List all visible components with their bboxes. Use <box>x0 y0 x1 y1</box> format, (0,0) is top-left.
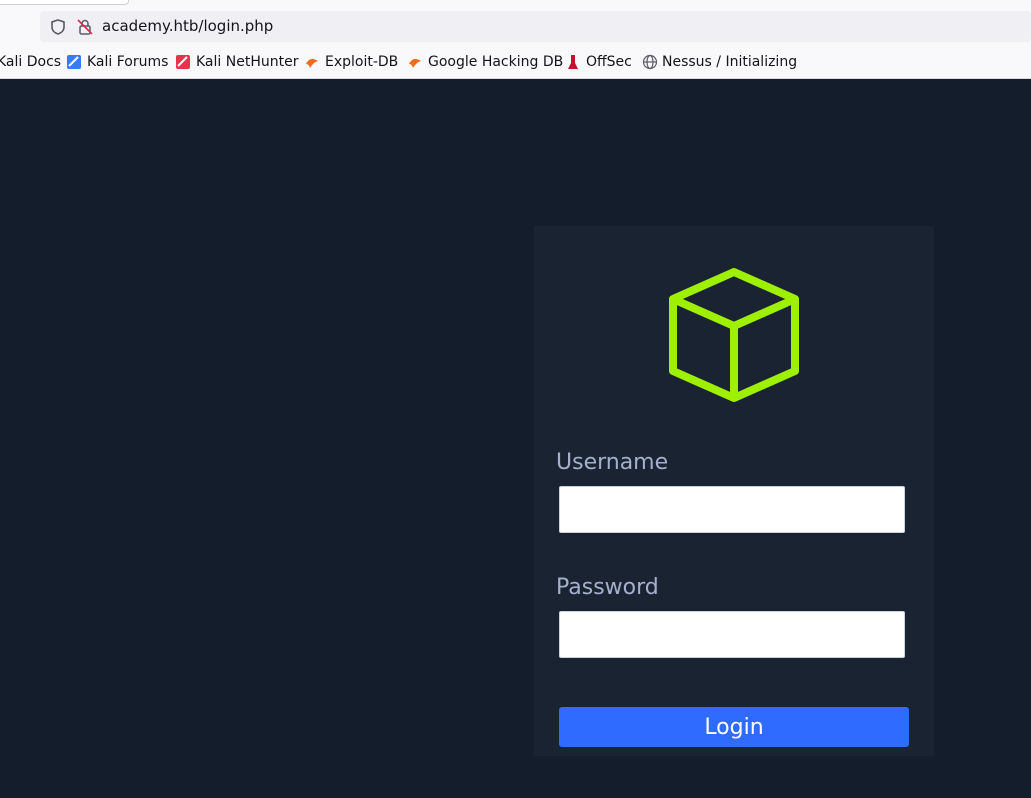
login-panel: Username Password Login <box>534 226 934 756</box>
username-input[interactable] <box>559 486 905 533</box>
bookmark-offsec[interactable]: OffSec <box>586 52 632 72</box>
bookmark-exploit-db[interactable]: Exploit-DB <box>325 52 398 72</box>
browser-tab[interactable] <box>0 0 129 5</box>
password-label: Password <box>556 575 659 600</box>
globe-icon <box>642 54 658 70</box>
bookmark-nessus[interactable]: Nessus / Initializing <box>662 52 797 72</box>
exploit-db-icon <box>306 59 318 68</box>
ghdb-icon <box>409 59 421 68</box>
insecure-lock-icon[interactable] <box>76 18 94 36</box>
browser-chrome: academy.htb/login.php Kali Docs Kali For… <box>0 0 1031 79</box>
address-bar[interactable]: academy.htb/login.php <box>40 11 1031 42</box>
shield-icon[interactable] <box>49 18 67 36</box>
bookmark-google-hacking-db[interactable]: Google Hacking DB <box>428 52 563 72</box>
kali-nethunter-icon <box>176 55 190 69</box>
cube-logo-icon <box>669 268 799 402</box>
offsec-icon <box>568 55 578 69</box>
login-button[interactable]: Login <box>559 707 909 747</box>
bookmark-kali-docs[interactable]: Kali Docs <box>0 52 61 72</box>
bookmark-kali-nethunter[interactable]: Kali NetHunter <box>196 52 298 72</box>
kali-forums-icon <box>67 55 81 69</box>
password-input[interactable] <box>559 611 905 658</box>
url-text[interactable]: academy.htb/login.php <box>102 17 273 36</box>
username-label: Username <box>556 450 669 475</box>
bookmarks-toolbar: Kali Docs Kali Forums Kali NetHunter Exp… <box>0 48 1031 76</box>
bookmark-kali-forums[interactable]: Kali Forums <box>87 52 168 72</box>
